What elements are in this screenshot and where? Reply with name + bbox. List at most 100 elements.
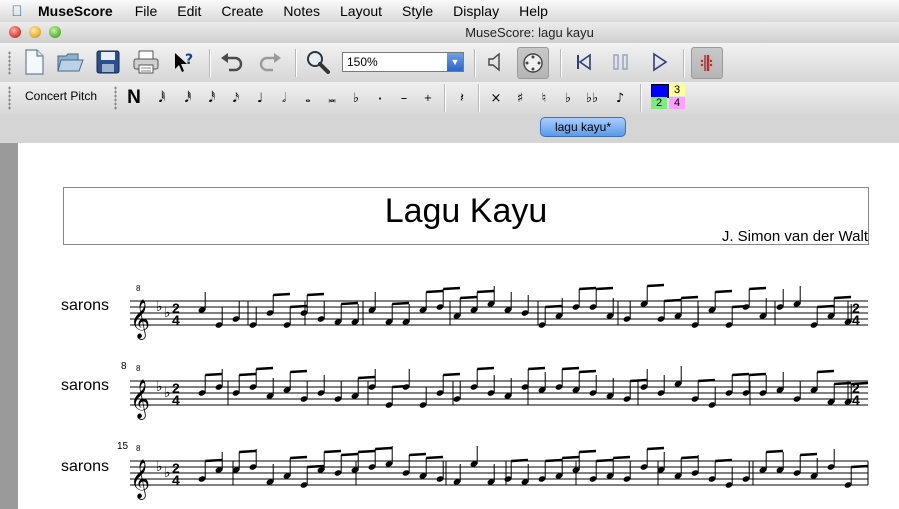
- voice-4-button[interactable]: 4: [669, 97, 685, 109]
- concert-pitch-toggle[interactable]: Concert Pitch: [25, 89, 97, 103]
- speaker-icon: [488, 52, 500, 72]
- clef-octave-mark: 8: [136, 364, 141, 373]
- staff-system-1[interactable]: 𝄞 8 ♭ ♭ 2 4 2 4: [18, 283, 899, 343]
- apple-icon[interactable]: : [0, 3, 34, 20]
- new-file-button[interactable]: [20, 48, 48, 76]
- tie-icon: +: [423, 92, 433, 104]
- note-longa-button[interactable]: ♭: [346, 86, 366, 110]
- save-button[interactable]: [94, 48, 122, 76]
- midi-input-button[interactable]: [482, 48, 510, 76]
- sharp-button[interactable]: ♯: [510, 86, 530, 110]
- toolbar-grip[interactable]: [8, 51, 11, 75]
- play-panel-button[interactable]: [517, 47, 549, 79]
- zoom-combobox[interactable]: 150% ▼: [342, 52, 464, 72]
- undo-icon: [221, 53, 243, 72]
- toolbar-grip[interactable]: [8, 86, 11, 110]
- zoom-button[interactable]: [304, 48, 332, 76]
- voice-1-button[interactable]: 1: [651, 84, 669, 98]
- note-beam: [851, 464, 869, 469]
- natural-button[interactable]: ♮: [534, 86, 554, 110]
- note-beam: [715, 458, 733, 463]
- key-signature-flat-icon: ♭: [156, 379, 163, 395]
- title-frame[interactable]: Lagu Kayu J. Simon van der Walt: [63, 187, 869, 245]
- menu-notes[interactable]: Notes: [273, 0, 330, 22]
- tie-button[interactable]: +: [418, 86, 438, 110]
- note-input-button[interactable]: N: [124, 86, 144, 110]
- tab-lagu-kayu[interactable]: lagu kayu*: [540, 117, 626, 137]
- note-whole-icon: 𝅝: [305, 90, 311, 106]
- note-16th-button[interactable]: 𝅘𝅥𝅯: [226, 86, 246, 110]
- undo-button[interactable]: [218, 48, 246, 76]
- time-signature-bottom: 4: [852, 312, 860, 328]
- note-beam: [579, 449, 597, 454]
- play-button[interactable]: [645, 48, 673, 76]
- note-beam: [596, 458, 614, 463]
- play-icon: [653, 52, 668, 72]
- open-file-icon: [57, 53, 84, 72]
- whats-this-button[interactable]: ?: [170, 48, 198, 76]
- staff-system-3[interactable]: 𝄞 8 ♭ ♭ 2 4: [18, 443, 899, 503]
- note-beam: [426, 455, 444, 460]
- note-beam: [426, 289, 444, 294]
- open-file-button[interactable]: [56, 48, 84, 76]
- menu-help[interactable]: Help: [509, 0, 558, 22]
- note-beam: [579, 286, 597, 291]
- note-64th-button[interactable]: 𝅘𝅥𝅱: [178, 86, 198, 110]
- repeat-button[interactable]: [691, 47, 723, 79]
- zoom-value: 150%: [347, 55, 378, 69]
- voice-3-button[interactable]: 3: [669, 84, 685, 96]
- pause-button[interactable]: [607, 48, 635, 76]
- window-title-bar: MuseScore: lagu kayu: [0, 22, 899, 44]
- note-beam: [256, 366, 274, 371]
- note-quarter-button[interactable]: ♩: [250, 86, 270, 110]
- note-32nd-icon: 𝅘𝅥𝅰: [208, 90, 216, 106]
- redo-button[interactable]: [256, 48, 284, 76]
- score-title[interactable]: Lagu Kayu: [64, 192, 868, 231]
- flat-button[interactable]: ♭: [558, 86, 578, 110]
- time-signature-bottom: 4: [852, 392, 860, 408]
- score-page[interactable]: Lagu Kayu J. Simon van der Walt sarons s…: [18, 143, 899, 509]
- menu-file[interactable]: File: [125, 0, 168, 22]
- rest-button[interactable]: 𝄽: [452, 86, 472, 110]
- menu-display[interactable]: Display: [443, 0, 509, 22]
- treble-clef-icon: 𝄞: [130, 459, 150, 500]
- double-dot-button[interactable]: –: [394, 86, 414, 110]
- key-signature-flat-icon: ♭: [164, 465, 171, 481]
- menu-style[interactable]: Style: [392, 0, 443, 22]
- menu-edit[interactable]: Edit: [167, 0, 211, 22]
- double-flat-icon: ♭♭: [585, 90, 599, 106]
- clef-octave-mark: 8: [136, 444, 141, 453]
- note-beam: [307, 292, 325, 297]
- note-half-button[interactable]: 𝅗𝅥: [274, 86, 294, 110]
- note-beam: [647, 446, 665, 451]
- save-icon: [96, 50, 120, 74]
- double-flat-button[interactable]: ♭♭: [582, 86, 602, 110]
- treble-clef-icon: 𝄞: [130, 379, 150, 420]
- voice-2-button[interactable]: 2: [651, 97, 667, 109]
- staff-lines: [130, 300, 868, 326]
- note-beam: [681, 295, 699, 300]
- note-beam: [443, 286, 461, 291]
- staff-system-2[interactable]: 𝄞 8 ♭ ♭ 2 4 2 4: [18, 363, 899, 423]
- note-breve-button[interactable]: 𝅜: [322, 86, 342, 110]
- note-beam: [511, 458, 529, 463]
- note-32nd-button[interactable]: 𝅘𝅥𝅰: [202, 86, 222, 110]
- svg-text:?: ?: [185, 52, 193, 68]
- note-beam: [205, 372, 223, 377]
- staff-lines: [130, 460, 868, 486]
- dot-button[interactable]: ·: [370, 86, 390, 110]
- double-sharp-button[interactable]: ×: [486, 86, 506, 110]
- flip-stem-button[interactable]: ♪: [610, 86, 630, 110]
- note-beam: [545, 458, 563, 463]
- print-button[interactable]: [132, 48, 160, 76]
- menu-create[interactable]: Create: [211, 0, 273, 22]
- toolbar-grip[interactable]: [114, 86, 117, 110]
- note-whole-button[interactable]: 𝅝: [298, 86, 318, 110]
- note-beam: [392, 301, 410, 306]
- rewind-button[interactable]: [570, 48, 598, 76]
- menu-app[interactable]: MuseScore: [34, 0, 125, 22]
- menu-layout[interactable]: Layout: [330, 0, 392, 22]
- note-128th-button[interactable]: 𝅘𝅥𝅲: [152, 86, 172, 110]
- zoom-dropdown-arrow-icon[interactable]: ▼: [447, 53, 463, 71]
- score-composer[interactable]: J. Simon van der Walt: [722, 228, 868, 245]
